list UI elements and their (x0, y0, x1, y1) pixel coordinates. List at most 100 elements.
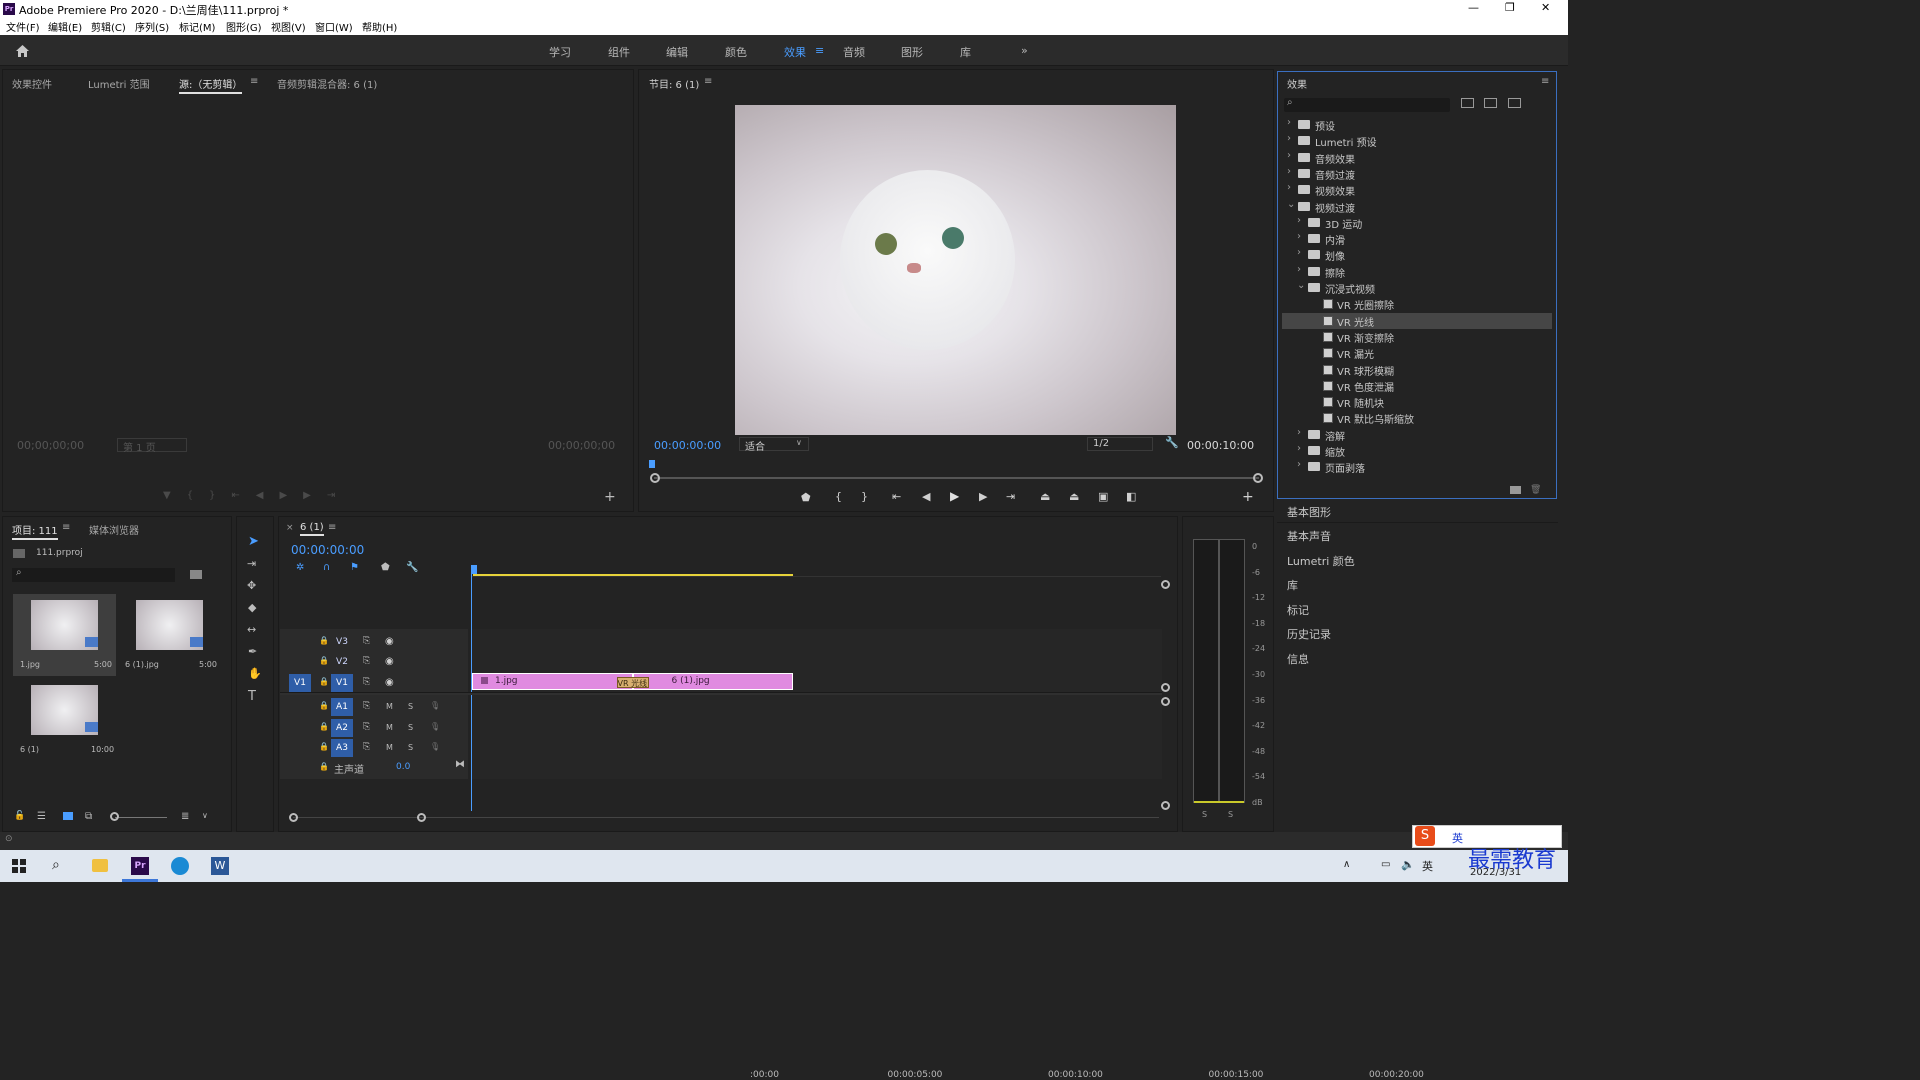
new-bin-icon[interactable] (1510, 486, 1521, 494)
effect-item[interactable]: VR 球形模糊 (1282, 362, 1552, 378)
timeline-v-scroll-bottom[interactable] (1161, 801, 1170, 810)
program-title[interactable]: 节目: 6 (1) (649, 76, 699, 91)
effect-folder[interactable]: › 预设 (1282, 117, 1552, 133)
menu-sequence[interactable]: 序列(S) (135, 19, 169, 34)
timeline-clip[interactable]: 1.jpg (472, 673, 633, 690)
yuv-effects-icon[interactable] (1508, 98, 1521, 108)
volume-icon[interactable]: 🔈 (1401, 858, 1415, 871)
extract-icon[interactable]: ⏏ (1069, 490, 1079, 503)
master-go-to-end-icon[interactable]: ⧓ (455, 759, 465, 770)
effect-folder[interactable]: › 页面剥落 (1282, 459, 1552, 475)
project-search-input[interactable] (12, 568, 175, 582)
timeline-marker-icon[interactable]: ⬟ (381, 562, 390, 573)
lock-icon[interactable]: 🔓 (14, 811, 25, 821)
timeline-v-scroll-mid2[interactable] (1161, 697, 1170, 706)
solo-right-button[interactable]: S (1228, 810, 1233, 819)
timeline-menu-icon[interactable]: ≡ (328, 522, 336, 533)
settings-wrench-icon[interactable]: 🔧 (1165, 436, 1179, 449)
solo-button[interactable]: S (408, 702, 413, 711)
program-timecode[interactable]: 00:00:00:00 (654, 439, 721, 452)
selection-tool-icon[interactable]: ➤ (248, 534, 259, 549)
step-back-icon[interactable]: ◀ (922, 490, 930, 503)
razor-tool-icon[interactable]: ◆ (248, 601, 256, 614)
lock-track-icon[interactable]: 🔒 (319, 742, 329, 751)
effect-folder[interactable]: › 划像 (1282, 247, 1552, 263)
workspace-editing[interactable]: 编辑 (666, 44, 688, 60)
program-playhead-bar[interactable] (654, 464, 1259, 478)
lift-icon[interactable]: ⏏ (1040, 490, 1050, 503)
linked-selection-icon[interactable]: ⚑ (350, 562, 359, 573)
effect-folder[interactable]: › 溶解 (1282, 427, 1552, 443)
lock-track-icon[interactable]: 🔒 (319, 722, 329, 731)
close-sequence-icon[interactable]: × (286, 523, 294, 533)
effect-folder[interactable]: › 视频效果 (1282, 182, 1552, 198)
file-explorer-icon[interactable] (92, 859, 108, 872)
menu-help[interactable]: 帮助(H) (362, 19, 397, 34)
timeline-clip[interactable]: 6 (1).jpg (632, 673, 793, 690)
panel-history[interactable]: 历史记录 (1287, 626, 1331, 642)
effect-folder[interactable]: › 内滑 (1282, 231, 1552, 247)
chevron-right-icon[interactable]: › (1297, 264, 1307, 275)
track-a2[interactable]: A2 (331, 719, 353, 737)
source-page-select[interactable]: 第 1 页 (117, 438, 187, 454)
32bit-effects-icon[interactable] (1484, 98, 1497, 108)
search-taskbar-icon[interactable]: ⌕ (52, 857, 60, 873)
premiere-taskbar-icon[interactable]: Pr (131, 857, 149, 875)
effect-folder[interactable]: ⌄ 沉浸式视频 (1282, 280, 1552, 296)
effect-item[interactable]: VR 随机块 (1282, 394, 1552, 410)
program-zoom-start-handle[interactable] (650, 473, 660, 483)
ime-indicator[interactable]: 英 (1422, 858, 1433, 874)
thumbnail-zoom-slider[interactable] (115, 817, 167, 818)
workspace-effects[interactable]: 效果 (784, 44, 806, 60)
toggle-track-output-icon[interactable]: ◉ (385, 636, 394, 647)
tab-source[interactable]: 源:（无剪辑） (179, 76, 243, 94)
panel-libraries[interactable]: 库 (1287, 577, 1298, 593)
effect-item[interactable]: VR 光线 (1282, 312, 1552, 329)
go-to-out-icon[interactable]: ⇥ (1006, 490, 1015, 503)
program-zoom-bar[interactable] (654, 478, 1259, 479)
workspace-more-button[interactable]: » (1021, 44, 1028, 57)
mark-in-icon[interactable]: { (835, 490, 842, 503)
effect-item[interactable]: VR 默比乌斯缩放 (1282, 410, 1552, 426)
voice-record-icon[interactable]: 🎙 (430, 742, 440, 751)
minimize-button[interactable]: — (1468, 1, 1479, 14)
toggle-sync-icon[interactable]: ⎘ (363, 722, 370, 732)
tab-lumetri-scopes[interactable]: Lumetri 范围 (88, 76, 150, 91)
lock-track-icon[interactable]: 🔒 (319, 677, 329, 686)
close-button[interactable]: ✕ (1541, 1, 1550, 14)
accelerated-effects-icon[interactable] (1461, 98, 1474, 108)
workspace-color[interactable]: 颜色 (725, 44, 747, 60)
play-icon[interactable]: ▶ (950, 489, 959, 503)
effect-folder[interactable]: › 音频过渡 (1282, 166, 1552, 182)
workspace-menu-icon[interactable]: ≡ (815, 44, 824, 57)
toggle-track-output-icon[interactable]: ◉ (385, 656, 394, 667)
lock-track-icon[interactable]: 🔒 (319, 762, 329, 771)
solo-button[interactable]: S (408, 723, 413, 732)
timeline-v-scroll-mid[interactable] (1161, 683, 1170, 692)
menu-graphics[interactable]: 图形(G) (226, 19, 262, 34)
word-icon[interactable]: W (211, 857, 229, 875)
delete-icon[interactable]: 🗑 (1530, 485, 1541, 495)
solo-button[interactable]: S (408, 743, 413, 752)
menu-window[interactable]: 窗口(W) (315, 19, 353, 34)
chevron-right-icon[interactable]: › (1297, 215, 1307, 226)
project-item[interactable]: 6 (1) 10:00 (13, 679, 116, 761)
effect-item[interactable]: VR 渐变擦除 (1282, 329, 1552, 345)
timeline-timecode[interactable]: 00:00:00:00 (291, 543, 364, 557)
track-v1[interactable]: V1 (331, 674, 353, 692)
panel-info[interactable]: 信息 (1287, 651, 1309, 667)
effect-folder[interactable]: › 擦除 (1282, 264, 1552, 280)
timeline-sequence-tab[interactable]: 6 (1) (300, 522, 324, 536)
panel-lumetri-color[interactable]: Lumetri 颜色 (1287, 553, 1355, 569)
go-to-in-icon[interactable]: ⇤ (892, 490, 901, 503)
home-icon[interactable] (15, 44, 30, 58)
menu-clip[interactable]: 剪辑(C) (91, 19, 126, 34)
tab-audio-clip-mixer[interactable]: 音频剪辑混合器: 6 (1) (277, 76, 377, 91)
export-frame-icon[interactable]: ▣ (1098, 490, 1108, 503)
edge-browser-icon[interactable] (171, 857, 189, 875)
snap-icon[interactable]: ∩ (323, 562, 330, 573)
effect-folder[interactable]: › 缩放 (1282, 443, 1552, 459)
sogou-ime-icon[interactable]: S (1415, 826, 1435, 846)
chevron-right-icon[interactable]: › (1297, 427, 1307, 438)
list-view-icon[interactable]: ☰ (37, 811, 46, 822)
